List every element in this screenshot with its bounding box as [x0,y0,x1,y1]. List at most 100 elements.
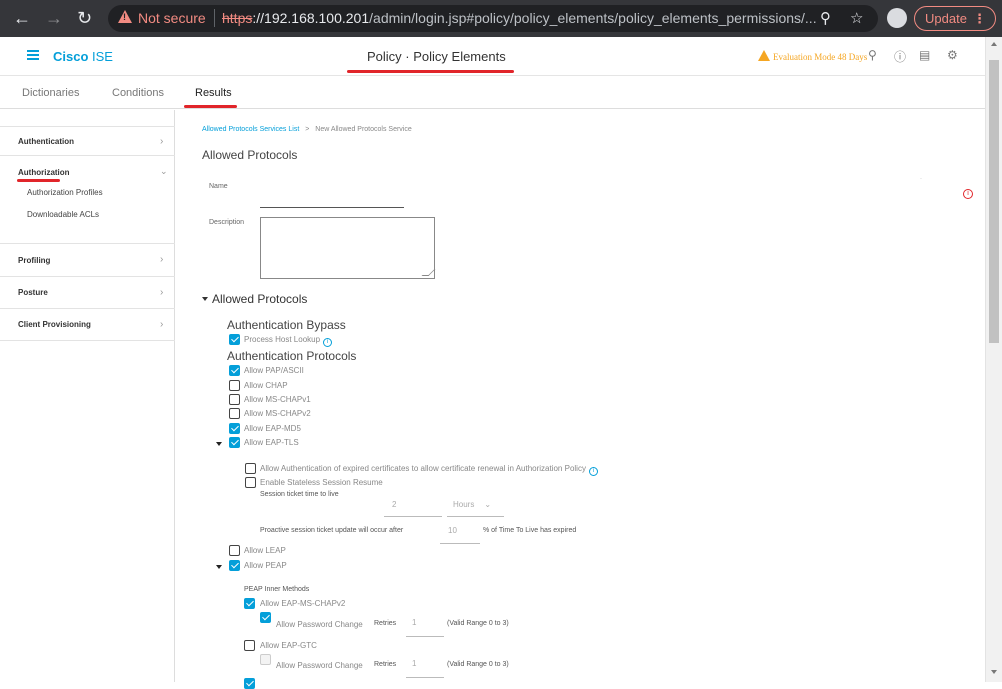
sidebar-sub-downloadable-acls[interactable]: Downloadable ACLs [27,210,99,219]
scrollbar-thumb[interactable] [989,60,999,343]
eval-text: Evaluation Mode 48 Days [773,52,868,62]
allow-eap-mschapv2-label: Allow EAP-MS-CHAPv2 [260,599,346,608]
gtc-retries-input[interactable]: 1 [406,659,444,678]
back-arrow-icon[interactable]: ← [13,9,31,27]
next-inner-method-checkbox[interactable] [244,678,255,689]
allow-eap-tls-checkbox[interactable] [229,437,240,448]
chevron-down-icon: ⌄ [484,500,492,509]
section-heading: Allowed Protocols [212,292,308,306]
scroll-down-arrow-icon[interactable] [991,670,997,674]
process-host-lookup-checkbox[interactable] [229,334,240,345]
gear-icon[interactable]: ⚙ [947,48,958,62]
allow-eap-md5-label: Allow EAP-MD5 [244,424,301,433]
brand-product: ISE [88,49,113,64]
url-path: /admin/login.jsp#policy/policy_elements/… [369,10,817,26]
bookmark-star-icon[interactable]: ☆ [850,9,863,27]
field-marker: · [920,176,922,182]
address-divider [214,9,215,27]
stateless-session-resume-checkbox[interactable] [245,477,256,488]
url-text[interactable]: https://192.168.100.201/admin/login.jsp#… [222,10,817,26]
zoom-icon[interactable]: ⚲ [820,9,831,27]
help-icon[interactable]: ⓘ [894,48,906,65]
allow-chap-checkbox[interactable] [229,380,240,391]
allow-leap-checkbox[interactable] [229,545,240,556]
scroll-up-arrow-icon[interactable] [991,42,997,46]
stateless-session-resume-label: Enable Stateless Session Resume [260,478,383,487]
sidebar-item-profiling[interactable]: Profiling › [0,244,175,277]
allow-eap-md5-checkbox[interactable] [229,423,240,434]
allow-pap-checkbox[interactable] [229,365,240,376]
gtc-valid-range-label: (Valid Range 0 to 3) [447,661,509,668]
allow-peap-label: Allow PEAP [244,561,287,570]
allow-password-change-label: Allow Password Change [276,620,363,629]
allow-eap-gtc-checkbox[interactable] [244,640,255,651]
sidebar-item-authentication[interactable]: Authentication › [0,126,175,156]
reload-icon[interactable]: ↻ [77,9,92,27]
description-textarea[interactable] [260,217,435,279]
breadcrumb-link[interactable]: Allowed Protocols Services List [202,126,299,133]
gtc-password-change-label: Allow Password Change [276,661,363,670]
allow-peap-checkbox[interactable] [229,560,240,571]
ticket-ttl-input[interactable]: 2 [384,500,442,517]
caret-down-icon[interactable] [216,565,222,569]
sidebar-sub-authorization-profiles[interactable]: Authorization Profiles [27,188,103,197]
page-title: Policy · Policy Elements [367,49,506,64]
sidebar-item-label: Posture [18,288,48,297]
tab-conditions[interactable]: Conditions [112,87,164,99]
breadcrumb-separator: > [305,126,310,133]
allow-leap-label: Allow LEAP [244,546,286,555]
info-icon[interactable]: i [323,338,333,347]
allow-expired-certs-checkbox[interactable] [245,463,256,474]
ticket-ttl-unit-select[interactable]: Hours ⌄ [447,500,504,517]
allow-pap-label: Allow PAP/ASCII [244,366,304,375]
auth-bypass-heading: Authentication Bypass [227,318,346,332]
not-secure-label[interactable]: Not secure [138,10,206,26]
allow-mschapv1-label: Allow MS-CHAPv1 [244,395,311,404]
evaluation-mode-notice[interactable]: Evaluation Mode 48 Days [758,50,867,62]
chevron-right-icon: › [160,287,164,298]
allow-expired-certs-label: Allow Authentication of expired certific… [260,464,598,476]
sidebar-item-authorization[interactable]: Authorization ⌄ Authorization Profiles D… [0,156,175,244]
sidebar-item-label: Client Provisioning [18,320,91,329]
tab-results[interactable]: Results [195,87,232,99]
retries-input[interactable]: 1 [406,618,444,637]
address-bar[interactable]: Not secure https://192.168.100.201/admin… [108,5,878,32]
allowed-protocols-section-toggle[interactable]: Allowed Protocols [202,292,307,306]
allow-mschapv2-checkbox[interactable] [229,408,240,419]
brand-logo[interactable]: Cisco ISE [53,49,113,64]
allow-mschapv2-label: Allow MS-CHAPv2 [244,409,311,418]
page-scrollbar[interactable] [985,37,1002,682]
hamburger-menu-icon[interactable] [27,54,39,56]
caret-down-icon[interactable] [216,442,222,446]
info-icon[interactable]: i [588,467,598,476]
active-item-underline [17,179,60,182]
kebab-menu-icon: ⋮ [973,11,986,26]
auth-protocols-heading: Authentication Protocols [227,349,357,363]
tab-dictionaries[interactable]: Dictionaries [22,87,79,99]
search-icon[interactable]: ⚲ [868,48,877,62]
allow-mschapv1-checkbox[interactable] [229,394,240,405]
update-button[interactable]: Update ⋮ [914,6,996,31]
title-underline [347,70,514,73]
sidebar-item-posture[interactable]: Posture › [0,277,175,309]
allow-eap-gtc-label: Allow EAP-GTC [260,641,317,650]
sidebar-item-label: Authentication [18,137,74,146]
proactive-update-label: Proactive session ticket update will occ… [260,527,404,534]
profile-avatar[interactable] [887,8,907,28]
proactive-update-input[interactable]: 10 [440,526,480,544]
gtc-password-change-checkbox[interactable] [260,654,271,665]
chevron-right-icon: › [160,254,164,265]
forward-arrow-icon[interactable]: → [45,9,63,27]
allow-chap-label: Allow CHAP [244,381,288,390]
dashboard-icon[interactable]: ▤ [919,48,930,62]
sidebar: Authentication › Authorization ⌄ Authori… [0,110,175,682]
ticket-ttl-label: Session ticket time to live [260,491,339,498]
expired-certs-text: Allow Authentication of expired certific… [260,464,586,473]
name-input[interactable] [260,196,404,208]
sidebar-item-client-provisioning[interactable]: Client Provisioning › [0,309,175,341]
allow-eap-mschapv2-checkbox[interactable] [244,598,255,609]
brand-main: Cisco [53,49,89,64]
sidebar-item-label: Profiling [18,256,51,265]
required-info-icon[interactable]: i [963,189,973,199]
allow-password-change-checkbox[interactable] [260,612,271,623]
